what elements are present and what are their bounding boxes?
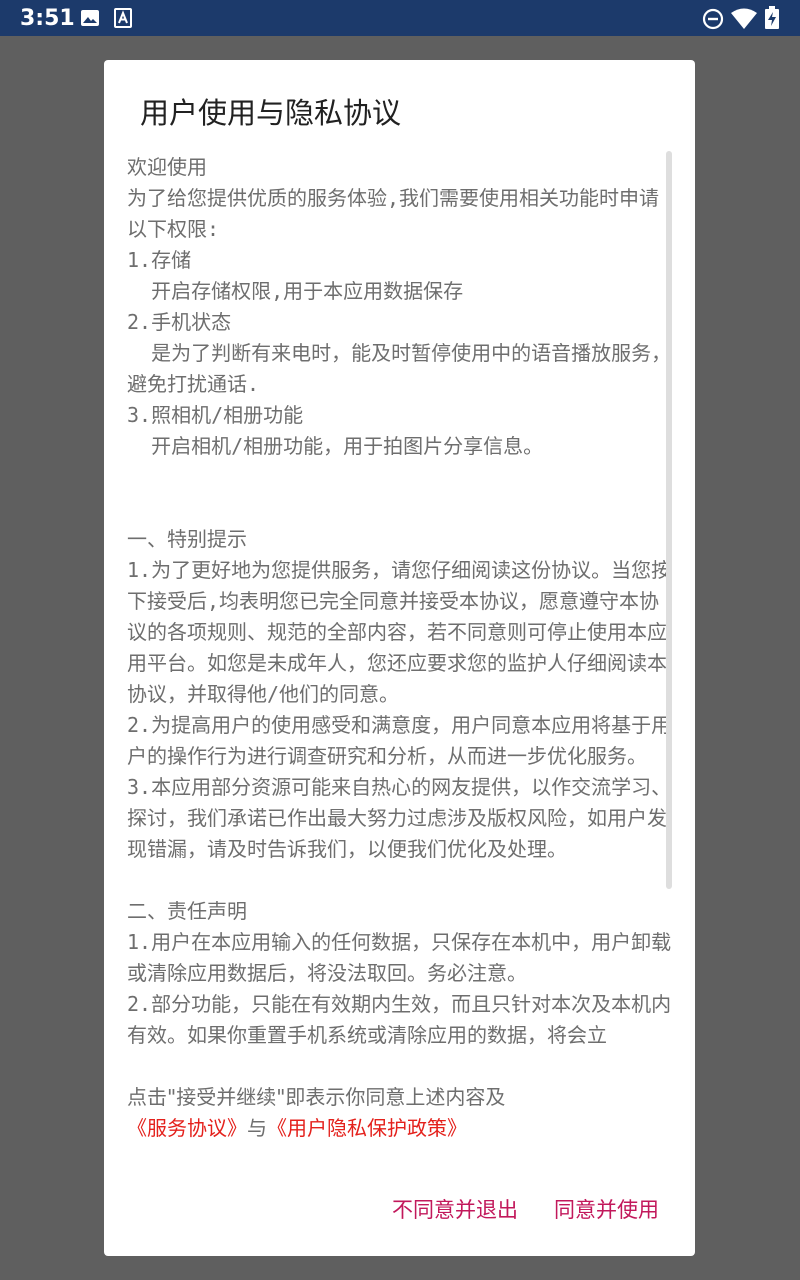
link-connector: 与 — [247, 1116, 267, 1140]
scrollbar[interactable] — [666, 151, 672, 889]
agreement-scroll-area[interactable]: 欢迎使用 为了给您提供优质的服务体验,我们需要使用相关功能时申请以下权限: 1.… — [127, 150, 672, 1080]
agree-use-button[interactable]: 同意并使用 — [554, 1194, 659, 1224]
privacy-policy-link[interactable]: 《用户隐私保护政策》 — [267, 1116, 467, 1140]
status-bar: 3:51 — [0, 0, 800, 36]
agreement-text: 欢迎使用 为了给您提供优质的服务体验,我们需要使用相关功能时申请以下权限: 1.… — [127, 155, 672, 1047]
dnd-icon — [702, 8, 724, 30]
dialog-title: 用户使用与隐私协议 — [140, 96, 402, 130]
image-icon — [81, 10, 99, 26]
service-agreement-link[interactable]: 《服务协议》 — [127, 1116, 247, 1140]
consent-text: 点击"接受并继续"即表示你同意上述内容及 — [127, 1085, 506, 1109]
consent-notice: 点击"接受并继续"即表示你同意上述内容及 《服务协议》与《用户隐私保护政策》 — [127, 1082, 672, 1144]
consent-links: 《服务协议》与《用户隐私保护政策》 — [127, 1113, 672, 1144]
battery-charging-icon — [765, 6, 779, 29]
disagree-exit-button[interactable]: 不同意并退出 — [392, 1194, 518, 1224]
status-time: 3:51 — [20, 6, 75, 31]
a-text-icon — [114, 8, 132, 28]
wifi-icon — [731, 8, 757, 29]
privacy-dialog: 用户使用与隐私协议 欢迎使用 为了给您提供优质的服务体验,我们需要使用相关功能时… — [104, 60, 695, 1256]
